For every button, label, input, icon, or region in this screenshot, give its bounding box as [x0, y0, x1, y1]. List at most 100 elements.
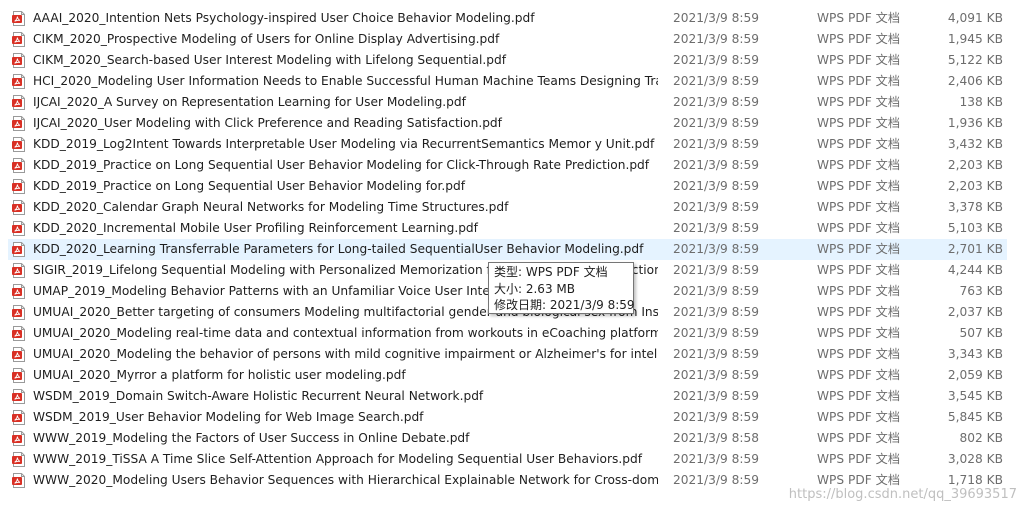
file-name[interactable]: CIKM_2020_Search-based User Interest Mod… — [33, 53, 658, 68]
file-row[interactable]: CIKM_2020_Prospective Modeling of Users … — [0, 29, 1025, 50]
pdf-file-icon — [12, 473, 26, 488]
file-date: 2021/3/9 8:59 — [673, 137, 759, 151]
file-row[interactable]: AAAI_2020_Intention Nets Psychology-insp… — [0, 8, 1025, 29]
file-row[interactable]: WSDM_2019_Domain Switch-Aware Holistic R… — [0, 386, 1025, 407]
tooltip-modified: 修改日期: 2021/3/9 8:59 — [494, 298, 635, 312]
file-name[interactable]: WWW_2019_Modeling the Factors of User Su… — [33, 431, 658, 446]
file-name[interactable]: UMUAI_2020_Myrror a platform for holisti… — [33, 368, 658, 383]
file-size: 763 KB — [959, 284, 1004, 298]
file-row[interactable]: KDD_2020_Learning Transferrable Paramete… — [0, 239, 1025, 260]
file-row[interactable]: UMUAI_2020_Modeling real-time data and c… — [0, 323, 1025, 344]
pdf-file-icon — [12, 368, 26, 383]
file-name[interactable]: KDD_2020_Learning Transferrable Paramete… — [33, 242, 658, 257]
file-size: 3,432 KB — [947, 137, 1003, 151]
file-size: 1,718 KB — [947, 473, 1003, 487]
file-row[interactable]: KDD_2019_Log2Intent Towards Interpretabl… — [0, 134, 1025, 155]
file-type: WPS PDF 文档 — [817, 116, 901, 130]
file-name[interactable]: HCI_2020_Modeling User Information Needs… — [33, 74, 658, 89]
file-date: 2021/3/9 8:59 — [673, 116, 759, 130]
pdf-file-icon — [12, 53, 26, 68]
file-size: 3,028 KB — [947, 452, 1003, 466]
file-type: WPS PDF 文档 — [817, 74, 901, 88]
pdf-file-icon — [12, 74, 26, 89]
file-date: 2021/3/9 8:59 — [673, 305, 759, 319]
file-type: WPS PDF 文档 — [817, 368, 901, 382]
watermark: https://blog.csdn.net/qq_39693517 — [788, 487, 1017, 502]
file-type: WPS PDF 文档 — [817, 221, 901, 235]
file-name[interactable]: UMUAI_2020_Modeling real-time data and c… — [33, 326, 658, 341]
file-row[interactable]: IJCAI_2020_A Survey on Representation Le… — [0, 92, 1025, 113]
file-type: WPS PDF 文档 — [817, 158, 901, 172]
file-name[interactable]: UMUAI_2020_Modeling the behavior of pers… — [33, 347, 658, 362]
file-date: 2021/3/9 8:59 — [673, 32, 759, 46]
file-size: 1,936 KB — [947, 116, 1003, 130]
file-size: 3,343 KB — [947, 347, 1003, 361]
file-row[interactable]: WSDM_2019_User Behavior Modeling for Web… — [0, 407, 1025, 428]
file-name[interactable]: WWW_2020_Modeling Users Behavior Sequenc… — [33, 473, 658, 488]
file-row[interactable]: KDD_2020_Calendar Graph Neural Networks … — [0, 197, 1025, 218]
file-date: 2021/3/9 8:59 — [673, 242, 759, 256]
file-date: 2021/3/9 8:59 — [673, 11, 759, 25]
file-name[interactable]: WWW_2019_TiSSA A Time Slice Self-Attenti… — [33, 452, 658, 467]
pdf-file-icon — [12, 158, 26, 173]
file-type: WPS PDF 文档 — [817, 95, 901, 109]
file-list: AAAI_2020_Intention Nets Psychology-insp… — [0, 8, 1025, 491]
file-date: 2021/3/9 8:59 — [673, 221, 759, 235]
file-row[interactable]: IJCAI_2020_User Modeling with Click Pref… — [0, 113, 1025, 134]
file-type: WPS PDF 文档 — [817, 242, 901, 256]
file-date: 2021/3/9 8:59 — [673, 158, 759, 172]
file-name[interactable]: IJCAI_2020_A Survey on Representation Le… — [33, 95, 658, 110]
file-type: WPS PDF 文档 — [817, 263, 901, 277]
file-date: 2021/3/9 8:59 — [673, 53, 759, 67]
file-row[interactable]: UMUAI_2020_Modeling the behavior of pers… — [0, 344, 1025, 365]
pdf-file-icon — [12, 116, 26, 131]
file-date: 2021/3/9 8:59 — [673, 326, 759, 340]
file-type: WPS PDF 文档 — [817, 137, 901, 151]
pdf-file-icon — [12, 242, 26, 257]
file-row[interactable]: CIKM_2020_Search-based User Interest Mod… — [0, 50, 1025, 71]
file-name[interactable]: KDD_2019_Practice on Long Sequential Use… — [33, 179, 658, 194]
file-name[interactable]: KDD_2020_Calendar Graph Neural Networks … — [33, 200, 658, 215]
pdf-file-icon — [12, 410, 26, 425]
pdf-file-icon — [12, 95, 26, 110]
file-date: 2021/3/9 8:59 — [673, 473, 759, 487]
file-type: WPS PDF 文档 — [817, 200, 901, 214]
file-name[interactable]: WSDM_2019_Domain Switch-Aware Holistic R… — [33, 389, 658, 404]
file-name[interactable]: KDD_2020_Incremental Mobile User Profili… — [33, 221, 658, 236]
file-date: 2021/3/9 8:59 — [673, 74, 759, 88]
file-date: 2021/3/9 8:59 — [673, 347, 759, 361]
pdf-file-icon — [12, 11, 26, 26]
file-size: 2,037 KB — [947, 305, 1003, 319]
file-date: 2021/3/9 8:59 — [673, 263, 759, 277]
tooltip-type: 类型: WPS PDF 文档 — [494, 265, 608, 279]
file-date: 2021/3/9 8:59 — [673, 200, 759, 214]
file-row[interactable]: UMUAI_2020_Myrror a platform for holisti… — [0, 365, 1025, 386]
file-row[interactable]: KDD_2020_Incremental Mobile User Profili… — [0, 218, 1025, 239]
file-type: WPS PDF 文档 — [817, 473, 901, 487]
file-row[interactable]: KDD_2019_Practice on Long Sequential Use… — [0, 176, 1025, 197]
file-size: 2,701 KB — [947, 242, 1003, 256]
file-name[interactable]: IJCAI_2020_User Modeling with Click Pref… — [33, 116, 658, 131]
file-date: 2021/3/9 8:59 — [673, 179, 759, 193]
pdf-file-icon — [12, 200, 26, 215]
pdf-file-icon — [12, 137, 26, 152]
pdf-file-icon — [12, 263, 26, 278]
file-row[interactable]: HCI_2020_Modeling User Information Needs… — [0, 71, 1025, 92]
file-name[interactable]: WSDM_2019_User Behavior Modeling for Web… — [33, 410, 658, 425]
pdf-file-icon — [12, 389, 26, 404]
file-size: 507 KB — [959, 326, 1004, 340]
file-size: 4,244 KB — [947, 263, 1003, 277]
file-size: 802 KB — [959, 431, 1004, 445]
file-name[interactable]: KDD_2019_Log2Intent Towards Interpretabl… — [33, 137, 658, 152]
file-row[interactable]: WWW_2019_TiSSA A Time Slice Self-Attenti… — [0, 449, 1025, 470]
file-size: 3,545 KB — [947, 389, 1003, 403]
file-name[interactable]: CIKM_2020_Prospective Modeling of Users … — [33, 32, 658, 47]
pdf-file-icon — [12, 305, 26, 320]
file-row[interactable]: KDD_2019_Practice on Long Sequential Use… — [0, 155, 1025, 176]
pdf-file-icon — [12, 347, 26, 362]
file-row[interactable]: WWW_2019_Modeling the Factors of User Su… — [0, 428, 1025, 449]
file-name[interactable]: KDD_2019_Practice on Long Sequential Use… — [33, 158, 658, 173]
file-type: WPS PDF 文档 — [817, 431, 901, 445]
file-name[interactable]: AAAI_2020_Intention Nets Psychology-insp… — [33, 11, 658, 26]
file-size: 5,103 KB — [947, 221, 1003, 235]
